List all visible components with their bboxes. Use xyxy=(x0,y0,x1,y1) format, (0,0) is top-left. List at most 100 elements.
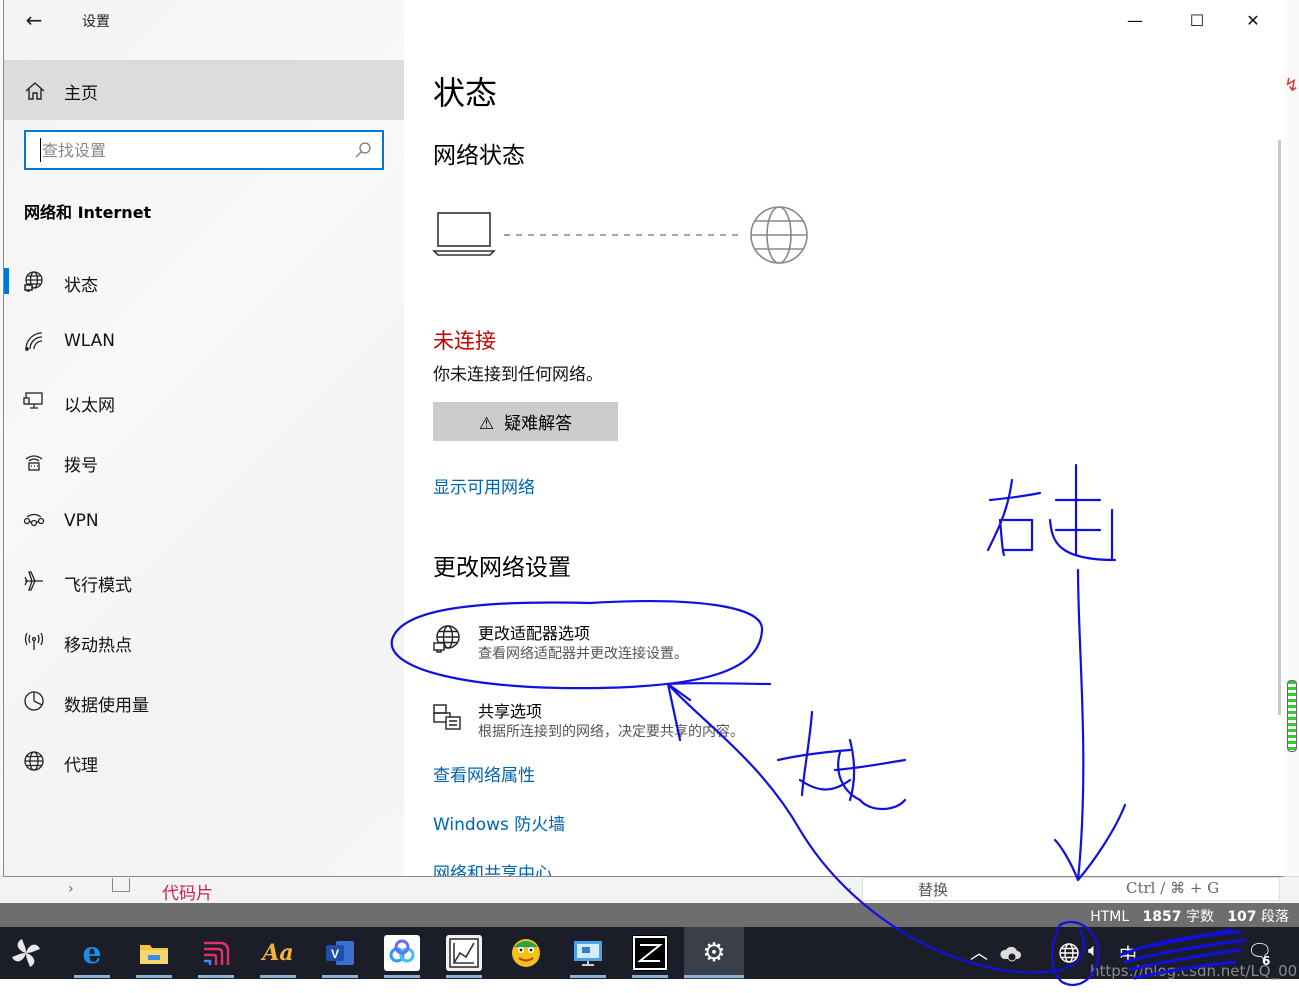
snippet-label[interactable]: 代码片 xyxy=(162,879,213,904)
sidebar-item-label: 飞行模式 xyxy=(64,576,132,596)
replace-shortcut: Ctrl / ⌘ + G xyxy=(1126,879,1220,897)
edge-active-indicator xyxy=(74,975,110,978)
explorer-active-indicator xyxy=(136,975,172,978)
volume-icon[interactable]: 🔈︎ xyxy=(1088,940,1099,961)
network-diagram xyxy=(432,206,808,264)
settings-window: ← 设置 主页 网络和 Internet 状态 WLAN xyxy=(3,0,1284,877)
zcode-app-icon[interactable] xyxy=(632,935,668,971)
replace-label: 替换 xyxy=(918,881,949,899)
content-scrollbar[interactable] xyxy=(1278,140,1281,715)
adapter-option-title: 更改适配器选项 xyxy=(478,624,591,643)
onedrive-cloud-icon[interactable] xyxy=(998,943,1022,963)
mascot-app-icon[interactable] xyxy=(508,935,544,971)
airplane-icon xyxy=(24,571,43,591)
troubleshoot-label: 疑难解答 xyxy=(504,414,573,434)
change-settings-heading: 更改网络设置 xyxy=(433,555,571,581)
chart-active-indicator xyxy=(446,975,482,978)
vpn-icon xyxy=(23,513,45,527)
status-para-unit: 段落 xyxy=(1261,909,1289,925)
sidebar-item-vpn[interactable]: VPN xyxy=(4,491,404,551)
sidebar-item-label: 以太网 xyxy=(64,396,115,416)
file-explorer-icon[interactable] xyxy=(136,935,172,971)
cloud-disk-icon[interactable] xyxy=(384,935,420,971)
rss-app-icon[interactable] xyxy=(198,935,234,971)
edge-browser-icon[interactable]: e xyxy=(74,935,110,971)
sharing-option-title: 共享选项 xyxy=(478,702,543,721)
back-arrow-icon[interactable]: ← xyxy=(22,8,46,32)
home-icon xyxy=(25,82,45,100)
document-icon xyxy=(112,878,130,892)
adapter-option-desc: 查看网络适配器并更改连接设置。 xyxy=(478,646,688,662)
sidebar-item-ethernet[interactable]: 以太网 xyxy=(4,371,404,431)
sidebar-item-home[interactable]: 主页 xyxy=(4,60,404,120)
tray-expand-chevron-icon[interactable]: ︿ xyxy=(970,939,988,965)
visio-icon[interactable]: V xyxy=(322,935,358,971)
dialup-icon xyxy=(25,455,43,471)
internet-globe-icon xyxy=(750,206,808,264)
zcode-active-indicator xyxy=(632,975,668,978)
bottom-strip xyxy=(0,979,1299,993)
svg-text:V: V xyxy=(331,947,339,961)
status-char-unit: 字数 xyxy=(1185,909,1214,925)
sidebar: ← 设置 主页 网络和 Internet 状态 WLAN xyxy=(4,0,404,876)
wifi-icon xyxy=(25,332,43,351)
font-active-indicator xyxy=(260,975,296,978)
watermark-url: https://blog.csdn.net/LQ_001 xyxy=(1090,962,1299,980)
settings-gear-icon[interactable]: ⚙ xyxy=(684,927,744,979)
sidebar-item-proxy[interactable]: 代理 xyxy=(4,731,404,791)
sharing-option[interactable]: 共享选项 根据所连接到的网络，决定要共享的内容。 xyxy=(432,698,852,746)
change-adapter-option[interactable]: 更改适配器选项 查看网络适配器并更改连接设置。 xyxy=(432,620,852,668)
network-globe-tray-icon[interactable] xyxy=(1057,941,1081,965)
sidebar-item-wlan[interactable]: WLAN xyxy=(4,311,404,371)
data-usage-icon xyxy=(24,691,44,711)
sharing-printer-icon xyxy=(433,704,461,730)
font-app-icon[interactable]: Aa xyxy=(260,935,296,971)
editor-status-bar: HTML 1857 字数 107 段落 xyxy=(0,903,1299,927)
chart-app-icon[interactable] xyxy=(446,935,482,971)
sidebar-item-label: 代理 xyxy=(64,756,98,776)
background-scroll-strip xyxy=(1283,0,1299,903)
rss-active-indicator xyxy=(198,975,234,978)
laptop-icon xyxy=(432,212,496,256)
chevron-down-icon[interactable]: ⌄ xyxy=(843,880,854,895)
background-scroll-thumb[interactable] xyxy=(1287,680,1297,752)
network-properties-link[interactable]: 查看网络属性 xyxy=(433,761,535,786)
maximize-icon[interactable]: ☐ xyxy=(1174,6,1220,36)
adapter-globe-icon xyxy=(433,625,460,653)
minimize-icon[interactable]: — xyxy=(1112,6,1158,36)
network-status-heading: 网络状态 xyxy=(433,143,525,169)
troubleshoot-button[interactable]: ⚠ 疑难解答 xyxy=(433,402,618,441)
remote-desktop-icon[interactable] xyxy=(570,935,606,971)
search-box[interactable] xyxy=(24,130,384,170)
sidebar-item-hotspot[interactable]: 移动热点 xyxy=(4,611,404,671)
start-swirl-icon[interactable] xyxy=(8,935,44,971)
ethernet-icon xyxy=(23,392,43,409)
sidebar-item-dialup[interactable]: 拨号 xyxy=(4,431,404,491)
connection-error-desc: 你未连接到任何网络。 xyxy=(433,365,603,385)
connection-error-title: 未连接 xyxy=(433,329,496,353)
sidebar-item-label: 数据使用量 xyxy=(64,696,149,716)
sharing-center-link[interactable]: 网络和共享中心 xyxy=(433,859,552,876)
sidebar-item-label: VPN xyxy=(64,511,99,531)
search-icon[interactable] xyxy=(354,141,372,159)
status-para-count: 107 xyxy=(1227,909,1257,925)
status-format: HTML xyxy=(1090,909,1130,925)
sharing-option-desc: 根据所连接到的网络，决定要共享的内容。 xyxy=(478,724,744,740)
sidebar-item-airplane[interactable]: 飞行模式 xyxy=(4,551,404,611)
sidebar-item-label: 移动热点 xyxy=(64,636,132,656)
chevron-right-icon[interactable]: › xyxy=(68,881,74,897)
warning-icon: ⚠ xyxy=(478,414,495,434)
remote-active-indicator xyxy=(570,975,606,978)
sidebar-item-data-usage[interactable]: 数据使用量 xyxy=(4,671,404,731)
windows-firewall-link[interactable]: Windows 防火墙 xyxy=(433,810,565,835)
content-pane: — ☐ ✕ 状态 网络状态 未连接 你未连接到任何网络。 ⚠ 疑难解答 显示可用网… xyxy=(404,0,1284,876)
sidebar-item-label: WLAN xyxy=(64,331,116,351)
proxy-globe-icon xyxy=(24,751,44,771)
page-title: 状态 xyxy=(433,74,498,112)
globe-status-icon xyxy=(24,271,43,292)
sidebar-item-status[interactable]: 状态 xyxy=(4,251,404,311)
sidebar-item-label: 拨号 xyxy=(64,456,98,476)
show-networks-link[interactable]: 显示可用网络 xyxy=(433,473,535,498)
search-input[interactable] xyxy=(40,138,340,162)
close-icon[interactable]: ✕ xyxy=(1230,6,1276,36)
